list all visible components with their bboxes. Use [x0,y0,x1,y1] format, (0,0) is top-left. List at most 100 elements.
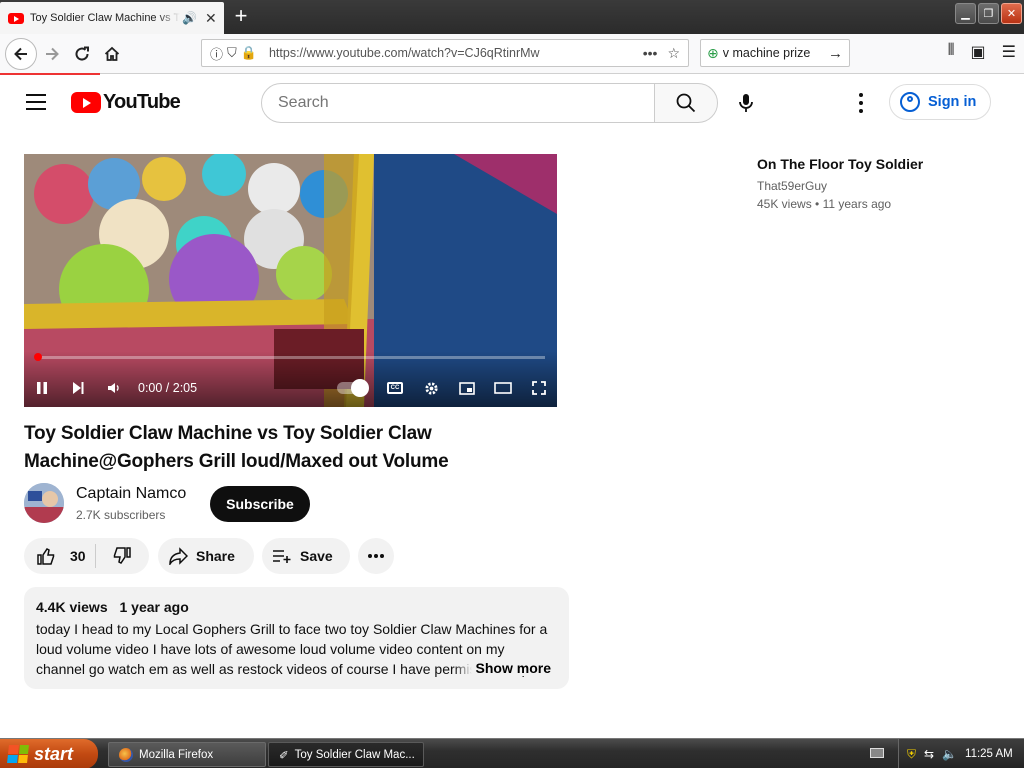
window-controls: ▁ ❐ ✕ [955,3,1022,24]
search-placeholder: Search [278,94,329,111]
library-icon[interactable]: ⫴ [948,42,955,62]
channel-avatar-image [24,483,64,523]
youtube-logo[interactable]: YouTube [71,91,181,114]
microphone-icon [739,94,753,112]
settings-button[interactable] [413,381,449,396]
miniplayer-button[interactable] [449,381,485,395]
system-tray: ⛨ ⇆ 🔈 11:25 AM [898,739,1024,768]
description-meta: 4.4K views 1 year ago [36,599,557,615]
reload-icon [75,46,89,61]
url-bar[interactable]: ⓘ ⛉ 🔒 https://www.youtube.com/watch?v=CJ… [201,39,689,67]
tracking-protection-icon[interactable]: ⛉ [227,45,237,61]
search-engine-icon[interactable]: ⊕ [707,45,719,62]
thumbs-up-icon [37,548,55,565]
recommended-views: 45K views [757,197,812,211]
reload-button[interactable] [67,39,97,69]
page-actions-icon[interactable]: ••• [643,45,658,61]
fullscreen-button[interactable] [521,381,557,395]
subscriber-count: 2.7K subscribers [76,508,166,522]
gear-icon [424,381,438,395]
info-icon[interactable]: ⓘ [210,44,223,63]
volume-button[interactable] [96,381,132,395]
recommended-video[interactable]: On The Floor Toy Soldier That59erGuy 45K… [757,155,1007,211]
next-button[interactable] [60,381,96,395]
close-window-button[interactable]: ✕ [1001,3,1022,24]
theater-mode-button[interactable] [485,382,521,394]
taskbar-firefox-label: Mozilla Firefox [139,748,214,761]
youtube-wordmark: YouTube [103,91,181,113]
taskbar-firefox[interactable]: Mozilla Firefox [108,742,266,767]
url-text[interactable]: https://www.youtube.com/watch?v=CJ6qRtin… [269,46,633,60]
search-go-icon[interactable]: → [828,45,843,62]
channel-name[interactable]: Captain Namco [76,485,186,503]
share-icon [169,547,188,565]
browser-tabstrip: Toy Soldier Claw Machine vs Toy Soldier … [0,0,1024,34]
subscribe-button[interactable]: Subscribe [210,486,310,522]
screen: Toy Soldier Claw Machine vs Toy Soldier … [0,0,1024,768]
sign-in-button[interactable]: Sign in [889,84,991,120]
home-button[interactable] [97,39,127,69]
seek-bar[interactable] [34,353,545,361]
autoplay-toggle[interactable] [337,379,369,397]
video-title: Toy Soldier Claw Machine vs Toy Soldier … [24,423,449,472]
window-icon: ✐ [279,749,289,762]
new-tab-button[interactable]: + [230,4,252,28]
description-box[interactable]: 4.4K views 1 year ago today I head to my… [24,587,569,689]
network-icon[interactable]: ⇆ [924,747,934,761]
captions-button[interactable]: CC [377,382,413,394]
recommended-age: 11 years ago [822,197,892,211]
taskbar-video-label: Toy Soldier Claw Mac... [294,748,415,761]
channel-row: Captain Namco 2.7K subscribers Subscribe [24,483,564,525]
more-actions-button[interactable] [358,538,394,574]
fullscreen-icon [532,381,546,395]
browser-tab[interactable]: Toy Soldier Claw Machine vs Toy Soldier … [0,2,224,34]
settings-kebab-icon[interactable] [852,91,870,115]
windows-logo-icon [7,745,29,763]
lock-icon[interactable]: 🔒 [241,45,257,61]
recommended-title[interactable]: On The Floor Toy Soldier [757,155,1007,173]
minimize-button[interactable]: ▁ [955,3,976,24]
share-label: Share [196,548,235,564]
dislike-button[interactable] [96,546,148,566]
start-button[interactable]: start [0,739,98,768]
recommended-channel[interactable]: That59erGuy [757,179,1007,193]
volume-tray-icon[interactable]: 🔈 [942,747,957,761]
more-horizontal-icon [368,554,384,558]
os-taskbar: start Mozilla Firefox ✐ Toy Soldier Claw… [0,738,1024,768]
sidebar-icon[interactable]: ▣ [971,42,986,62]
clock[interactable]: 11:25 AM [965,748,1013,760]
pause-button[interactable] [24,381,60,395]
miniplayer-icon [459,381,475,395]
taskbar-video-window[interactable]: ✐ Toy Soldier Claw Mac... [268,742,424,767]
share-button[interactable]: Share [158,538,254,574]
restore-button[interactable]: ❐ [978,3,999,24]
hamburger-menu-icon[interactable] [26,94,46,110]
voice-search-button[interactable] [727,84,765,122]
youtube-play-icon [71,92,101,113]
channel-avatar[interactable] [24,483,64,523]
time-display: 0:00 / 2:05 [138,381,198,395]
video-player[interactable]: 0:00 / 2:05 CC [24,154,557,407]
save-button[interactable]: Save [262,538,350,574]
security-shield-icon[interactable]: ⛨ [907,747,916,762]
keyboard-icon[interactable] [870,748,884,758]
seek-bar-handle[interactable] [34,353,42,361]
next-icon [73,382,84,394]
menu-icon[interactable]: ☰ [1002,42,1016,62]
show-more-button[interactable]: Show more [453,660,551,676]
close-tab-icon[interactable]: ✕ [205,10,217,27]
browser-search-input[interactable]: v machine prize [723,46,828,60]
youtube-search-input[interactable]: Search [261,83,655,123]
browser-search-bar[interactable]: ⊕ v machine prize → [700,39,850,67]
forward-button[interactable] [37,39,67,69]
speaker-icon[interactable]: 🔊 [182,11,197,25]
like-button[interactable]: 30 [24,544,96,568]
toolbar-right: ⫴ ▣ ☰ [948,42,1016,62]
youtube-search-button[interactable] [654,83,718,123]
back-button[interactable] [5,37,37,70]
bookmark-star-icon[interactable]: ☆ [667,45,680,62]
upload-age: 1 year ago [119,599,189,615]
browser-navbar: ⓘ ⛉ 🔒 https://www.youtube.com/watch?v=CJ… [0,34,1024,74]
controls-row: 0:00 / 2:05 CC [24,377,557,399]
tab-title: Toy Soldier Claw Machine vs Toy Soldier … [30,12,180,24]
